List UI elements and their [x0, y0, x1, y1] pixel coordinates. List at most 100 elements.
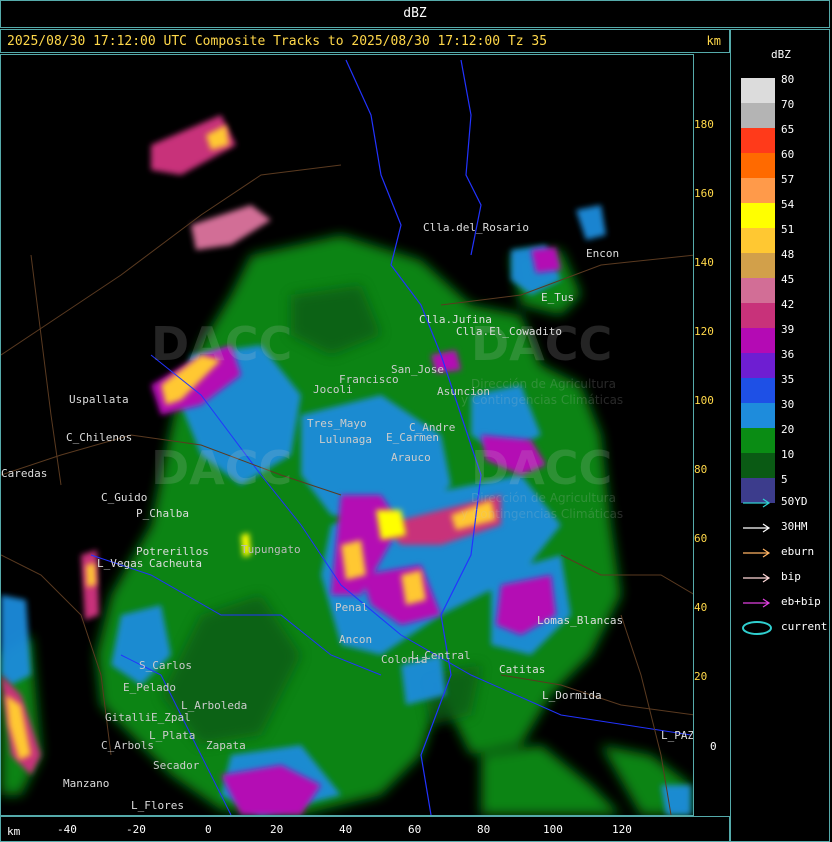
legend-swatch-57 — [741, 178, 775, 203]
place-label: Cacheuta — [149, 557, 202, 570]
x-tick: 20 — [270, 823, 284, 836]
place-label: S_Carlos — [139, 659, 192, 672]
place-label: C_Guido — [101, 491, 148, 504]
track-label: bip — [781, 570, 801, 583]
legend-swatch-20 — [741, 428, 775, 453]
legend-swatch-45 — [741, 278, 775, 303]
track-label: eb+bip — [781, 595, 821, 608]
track-arrow-icon — [743, 548, 771, 558]
header-text: 2025/08/30 17:12:00 UTC Composite Tracks… — [7, 34, 548, 49]
legend-swatch-80 — [741, 78, 775, 103]
legend-level-label: 70 — [781, 98, 795, 111]
track-arrow-icon — [743, 598, 771, 608]
place-label: Tres_Mayo — [307, 417, 367, 430]
place-label: L_Plata — [149, 729, 196, 742]
legend-level-label: 57 — [781, 173, 795, 186]
track-legend-eburn: eburn — [741, 544, 831, 560]
place-label: Asuncion — [437, 385, 490, 398]
place-label: Lomas_Blancas — [537, 614, 624, 627]
x-tick: 0 — [205, 823, 212, 836]
legend-swatch-10 — [741, 453, 775, 478]
legend-swatch-54 — [741, 203, 775, 228]
track-label: 30HM — [781, 520, 808, 533]
x-axis-unit: km — [7, 825, 21, 838]
track-label: eburn — [781, 545, 815, 558]
track-arrow-icon — [743, 573, 771, 583]
place-label: Arauco — [391, 451, 431, 464]
track-arrow-icon — [743, 498, 771, 508]
track-legend-50YD: 50YD — [741, 494, 831, 510]
legend-level-label: 42 — [781, 298, 795, 311]
y-tick: 0 — [710, 740, 717, 753]
legend-swatch-35 — [741, 378, 775, 403]
place-label: L_PAZ — [661, 729, 694, 742]
place-label: Francisco — [339, 373, 399, 386]
place-label: E_Pelado — [123, 681, 176, 694]
track-legend-30HM: 30HM — [741, 519, 831, 535]
x-tick: 120 — [612, 823, 632, 836]
x-tick: -40 — [57, 823, 77, 836]
place-label: L_Vegas — [97, 557, 144, 570]
place-label: Zapata — [206, 739, 246, 752]
watermark-logo-1: DACC — [151, 317, 293, 371]
legend-swatch-48 — [741, 253, 775, 278]
legend-level-label: 80 — [781, 73, 795, 86]
place-label: P_Chalba — [136, 507, 189, 520]
track-arrow-icon — [743, 523, 771, 533]
legend-level-label: 10 — [781, 448, 795, 461]
track-legend-current: current — [741, 619, 831, 635]
place-label: Lulunaga — [319, 433, 372, 446]
place-label: L_Dormida — [542, 689, 602, 702]
place-label: Encon — [586, 247, 620, 260]
y-tick: 40 — [694, 601, 708, 614]
track-legend-bip: bip — [741, 569, 831, 585]
place-label: Clla.del_Rosario — [423, 221, 529, 234]
x-axis: km -40 -20 0 20 40 60 80 100 120 — [0, 816, 730, 842]
place-label: C_Arbols — [101, 739, 154, 752]
legend-level-label: 39 — [781, 323, 795, 336]
track-legend-eb+bip: eb+bip — [741, 594, 831, 610]
track-label: current — [781, 620, 828, 633]
place-label: Ancon — [339, 633, 373, 646]
legend-level-label: 30 — [781, 398, 795, 411]
place-label: L_Flores — [131, 799, 184, 812]
place-label: Gitalli — [105, 711, 152, 724]
place-label: L_Arboleda — [181, 699, 248, 712]
legend-swatch-65 — [741, 128, 775, 153]
watermark-logo-4: DACC — [471, 441, 613, 495]
legend-level-label: 45 — [781, 273, 795, 286]
legend-level-label: 51 — [781, 223, 795, 236]
radar-map[interactable]: DACC DACC DACC DACC Dirección de Agricul… — [0, 54, 694, 816]
place-label: Catitas — [499, 663, 546, 676]
legend-level-label: 54 — [781, 198, 795, 211]
legend-level-label: 36 — [781, 348, 795, 361]
place-label: Tupungato — [241, 543, 301, 556]
legend-level-label: 20 — [781, 423, 795, 436]
x-tick: 100 — [543, 823, 563, 836]
y-tick: 180 — [694, 118, 714, 131]
place-label: San_Jose — [391, 363, 444, 376]
y-tick: 140 — [694, 256, 714, 269]
y-tick: 160 — [694, 187, 714, 200]
place-label: Secador — [153, 759, 200, 772]
legend-level-label: 65 — [781, 123, 795, 136]
place-label: Penal — [335, 601, 369, 614]
place-label: E_Zpal — [151, 711, 191, 724]
watermark-line1-a: Dirección de Agricultura — [471, 377, 616, 391]
place-label: C_Chilenos — [66, 431, 133, 444]
place-label: Manzano — [63, 777, 110, 790]
place-label: Uspallata — [69, 393, 129, 406]
legend-title: dBZ — [771, 48, 791, 61]
window-title: dBZ — [403, 6, 427, 21]
header-unit: km — [706, 34, 721, 48]
legend-swatch-30 — [741, 403, 775, 428]
x-tick: 80 — [477, 823, 491, 836]
track-label: 50YD — [781, 495, 808, 508]
legend-swatch-70 — [741, 103, 775, 128]
y-tick: 60 — [694, 532, 708, 545]
place-label: Colonia — [381, 653, 428, 666]
legend-swatch-42 — [741, 303, 775, 328]
legend-swatch-51 — [741, 228, 775, 253]
y-tick: 80 — [694, 463, 708, 476]
legend-swatch-36 — [741, 353, 775, 378]
